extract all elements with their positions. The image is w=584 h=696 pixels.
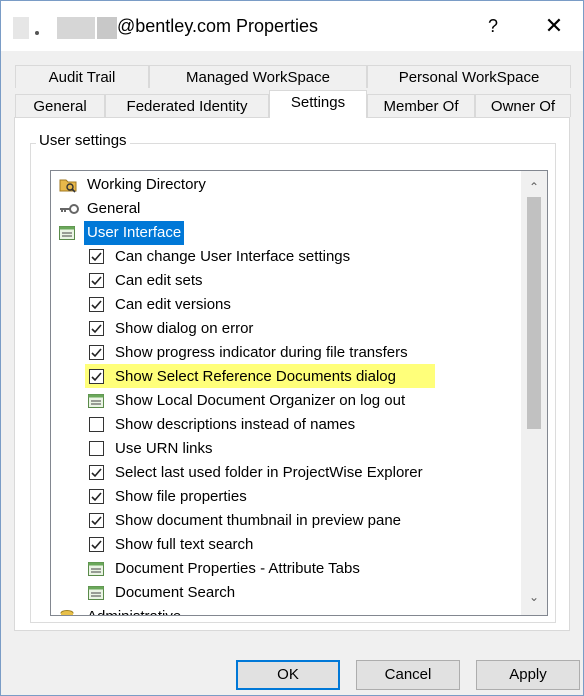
list-icon (88, 393, 104, 409)
tab-managed-workspace[interactable]: Managed WorkSpace (149, 65, 367, 88)
help-button[interactable]: ? (473, 11, 513, 41)
setting-label: Show progress indicator during file tran… (115, 344, 408, 361)
checkbox[interactable] (89, 369, 104, 384)
window-title: @bentley.com Properties (117, 16, 319, 36)
scroll-thumb[interactable] (527, 197, 541, 429)
setting-label: Show descriptions instead of names (115, 416, 356, 433)
setting-label: Can edit sets (115, 272, 203, 289)
setting-label: Show full text search (115, 536, 254, 553)
setting-label: Show Local Document Organizer on log out (115, 392, 406, 409)
folder-icon (59, 177, 77, 193)
tab-row-bottom: General Federated Identity Settings Memb… (15, 90, 571, 118)
setting-label: Document Search (115, 584, 236, 601)
setting-label: Show file properties (115, 488, 247, 505)
setting-label: Show dialog on error (115, 320, 254, 337)
database-icon (59, 609, 75, 615)
scroll-down-arrow-icon[interactable]: ⌄ (521, 585, 547, 609)
checkbox[interactable] (89, 465, 104, 480)
tab-owner-of[interactable]: Owner Of (475, 94, 571, 117)
setting-label: Show Select Reference Documents dialog (115, 368, 396, 385)
list-icon (88, 561, 104, 577)
settings-tree[interactable]: Working Directory General User Interface… (50, 170, 548, 616)
checkbox[interactable] (89, 537, 104, 552)
checkbox[interactable] (89, 441, 104, 456)
title-bar[interactable]: @bentley.com Properties ? ✕ (1, 1, 583, 51)
list-icon (88, 585, 104, 601)
tab-personal-workspace[interactable]: Personal WorkSpace (367, 65, 571, 88)
cancel-button[interactable]: Cancel (356, 660, 460, 690)
tree-item-label: Working Directory (87, 176, 206, 193)
tab-audit-trail[interactable]: Audit Trail (15, 65, 149, 88)
tab-settings[interactable]: Settings (269, 90, 367, 118)
list-icon (59, 225, 75, 241)
close-button[interactable]: ✕ (531, 11, 577, 41)
checkbox[interactable] (89, 297, 104, 312)
checkbox[interactable] (89, 273, 104, 288)
redacted-name-block (97, 17, 117, 39)
apply-button[interactable]: Apply (476, 660, 580, 690)
redacted-name-dot (35, 31, 39, 35)
checkbox[interactable] (89, 249, 104, 264)
tree-item-label: User Interface (84, 221, 185, 245)
setting-label: Show document thumbnail in preview pane (115, 512, 402, 529)
key-icon (59, 201, 79, 217)
checkbox[interactable] (89, 489, 104, 504)
tree-item-label: Administrative (87, 605, 181, 615)
tree-item-label: General (87, 200, 141, 217)
redacted-name-block (13, 17, 29, 39)
tab-federated-identity[interactable]: Federated Identity (105, 94, 269, 117)
setting-label: Document Properties - Attribute Tabs (115, 560, 360, 577)
tab-member-of[interactable]: Member Of (367, 94, 475, 117)
setting-label: Use URN links (115, 440, 213, 457)
setting-label: Select last used folder in ProjectWise E… (115, 464, 423, 481)
tab-general[interactable]: General (15, 94, 105, 117)
ok-button[interactable]: OK (236, 660, 340, 690)
scroll-up-arrow-icon[interactable]: ⌃ (521, 175, 547, 199)
tab-row-top: Audit Trail Managed WorkSpace Personal W… (15, 65, 571, 89)
setting-label: Can edit versions (115, 296, 231, 313)
checkbox[interactable] (89, 345, 104, 360)
setting-label: Can change User Interface settings (115, 248, 351, 265)
checkbox[interactable] (89, 513, 104, 528)
checkbox[interactable] (89, 417, 104, 432)
redacted-name-block (57, 17, 95, 39)
vertical-scrollbar[interactable]: ⌃ ⌄ (521, 171, 547, 615)
user-settings-label: User settings (36, 132, 130, 149)
checkbox[interactable] (89, 321, 104, 336)
